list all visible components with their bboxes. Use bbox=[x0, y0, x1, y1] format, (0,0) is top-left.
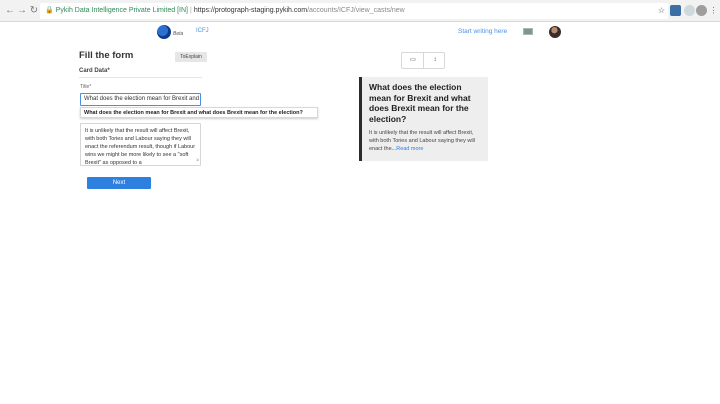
image-icon[interactable] bbox=[523, 28, 533, 35]
card-data-label: Card Data* bbox=[79, 68, 110, 74]
title-label: Title* bbox=[80, 84, 92, 90]
address-bar[interactable]: 🔒 Pykih Data Intelligence Private Limited… bbox=[40, 3, 668, 19]
menu-dots-icon[interactable]: ⋮ bbox=[708, 5, 719, 16]
logo-icon[interactable] bbox=[157, 25, 171, 39]
start-writing-link[interactable]: Start writing here bbox=[458, 28, 507, 35]
account-link[interactable]: ICFJ bbox=[196, 28, 209, 34]
description-textarea[interactable]: It is unlikely that the result will affe… bbox=[80, 123, 201, 166]
next-button[interactable]: Next bbox=[87, 177, 151, 189]
desktop-icon[interactable]: ▭ bbox=[402, 53, 424, 68]
reload-icon[interactable]: ↻ bbox=[28, 4, 40, 18]
beta-badge: Beta bbox=[173, 31, 184, 37]
forward-icon[interactable]: → bbox=[16, 4, 28, 18]
secure-site-label: Pykih Data Intelligence Private Limited … bbox=[55, 7, 189, 14]
app-header: Beta ICFJ Start writing here bbox=[0, 22, 720, 44]
divider bbox=[79, 77, 202, 78]
bookmark-star-icon[interactable]: ☆ bbox=[656, 5, 667, 16]
extension-icon[interactable] bbox=[684, 5, 695, 16]
mobile-icon[interactable]: ↕ bbox=[424, 53, 446, 68]
extension-icon[interactable] bbox=[670, 5, 681, 16]
toexplain-button[interactable]: ToExplain bbox=[175, 52, 207, 62]
url-host: https://protograph-staging.pykih.com bbox=[193, 7, 308, 14]
title-input[interactable]: What does the election mean for Brexit a… bbox=[80, 93, 201, 106]
preview-card: What does the election mean for Brexit a… bbox=[359, 77, 488, 161]
browser-toolbar: ← → ↻ 🔒 Pykih Data Intelligence Private L… bbox=[0, 0, 720, 22]
url-path: /accounts/ICFJ/view_casts/new bbox=[307, 7, 405, 14]
description-text: It is unlikely that the result will affe… bbox=[85, 128, 196, 166]
resize-handle-icon[interactable]: ⇲ bbox=[196, 156, 199, 164]
avatar[interactable] bbox=[549, 26, 561, 38]
read-more-link[interactable]: Read more bbox=[396, 146, 423, 152]
profile-icon[interactable] bbox=[696, 5, 707, 16]
autocomplete-suggestion[interactable]: What does the election mean for Brexit a… bbox=[80, 107, 318, 118]
page-title: Fill the form bbox=[79, 50, 134, 61]
preview-title: What does the election mean for Brexit a… bbox=[369, 82, 471, 124]
back-icon[interactable]: ← bbox=[4, 4, 16, 18]
url-separator: | bbox=[190, 7, 192, 14]
lock-icon: 🔒 bbox=[45, 7, 54, 14]
device-toggle: ▭ ↕ bbox=[401, 52, 445, 69]
preview-body: It is unlikely that the result will affe… bbox=[369, 129, 481, 153]
